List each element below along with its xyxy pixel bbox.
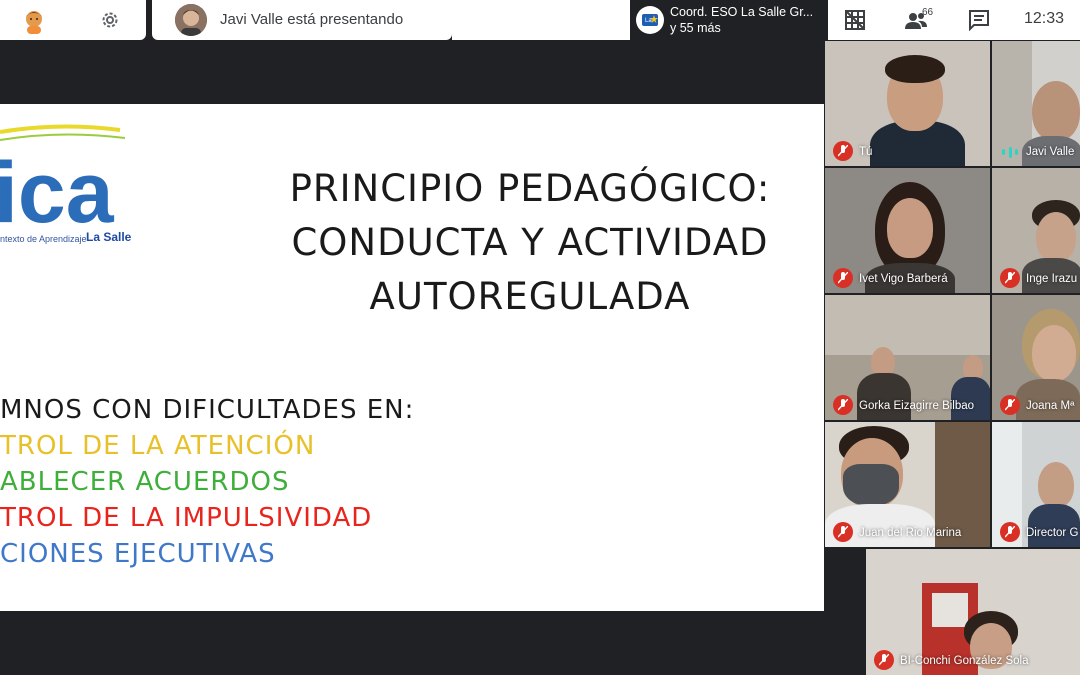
speaking-indicator-icon bbox=[1002, 146, 1018, 158]
meeting-subtitle: y 55 más bbox=[670, 21, 721, 35]
participant-name: Juan del Rio Marina bbox=[859, 527, 962, 539]
top-right-controls: 66 12:33 bbox=[828, 0, 1080, 40]
participant-name: Ivet Vigo Barberá bbox=[859, 273, 948, 285]
clock: 12:33 bbox=[1024, 10, 1065, 27]
participant-face bbox=[1032, 325, 1076, 381]
logo-subtitle: ntexto de Aprendizaje bbox=[0, 234, 87, 244]
mic-off-icon bbox=[1000, 268, 1020, 288]
slide-title: PRINCIPIO PEDAGÓGICO: CONDUCTA Y ACTIVID… bbox=[240, 162, 820, 324]
participant-tile[interactable]: Inge Irazu bbox=[992, 168, 1080, 293]
participant-face bbox=[887, 198, 933, 258]
participant-tile[interactable]: BI-Conchi González Sola bbox=[866, 549, 1080, 675]
slide-title-line-1: PRINCIPIO PEDAGÓGICO: bbox=[289, 167, 771, 210]
meeting-info[interactable]: La Coord. ESO La Salle Gr... y 55 más bbox=[630, 0, 826, 40]
participant-face bbox=[1038, 462, 1074, 508]
mic-off-icon bbox=[833, 395, 853, 415]
mic-off-icon bbox=[1000, 395, 1020, 415]
meet-window: Javi Valle está presentando La Coord. ES… bbox=[0, 0, 1080, 675]
participant-hair bbox=[885, 55, 945, 83]
mic-off-icon bbox=[833, 141, 853, 161]
slide-list-item: TROL DE LA ATENCIÓN bbox=[0, 431, 316, 461]
slide-logo: ica bbox=[0, 122, 160, 252]
face-mask bbox=[843, 464, 899, 506]
slide-list-item: ABLECER ACUERDOS bbox=[0, 467, 290, 497]
chat-icon[interactable] bbox=[968, 9, 990, 32]
emoji-icon[interactable] bbox=[20, 7, 48, 35]
slide-list: MNOS CON DIFICULTADES EN: TROL DE LA ATE… bbox=[0, 392, 414, 572]
participant-count: 66 bbox=[922, 7, 934, 18]
participant-tile[interactable]: Juan del Rio Marina bbox=[825, 422, 990, 547]
participant-face bbox=[1036, 212, 1076, 262]
mic-off-icon bbox=[874, 650, 894, 670]
participant-video bbox=[1028, 504, 1080, 547]
mic-off-icon bbox=[833, 522, 853, 542]
participant-name: Tú bbox=[859, 146, 873, 158]
slide-title-line-3: AUTOREGULADA bbox=[369, 275, 691, 318]
presentation-slide: ica ntexto de Aprendizaje La Salle PRINC… bbox=[0, 104, 824, 611]
gear-icon[interactable] bbox=[98, 8, 122, 32]
participant-tile[interactable]: Gorka Eizagirre Bilbao bbox=[825, 295, 990, 420]
participant-tile[interactable]: Tú bbox=[825, 41, 990, 166]
top-left-controls bbox=[0, 0, 146, 40]
participant-name: Director G bbox=[1026, 527, 1079, 539]
room-background bbox=[825, 295, 990, 355]
slide-title-line-2: CONDUCTA Y ACTIVIDAD bbox=[291, 221, 769, 264]
logo-letter-i: ica bbox=[0, 145, 115, 241]
top-bar: Javi Valle está presentando La Coord. ES… bbox=[0, 0, 1080, 40]
participant-name: BI-Conchi González Sola bbox=[900, 655, 1029, 667]
presenter-banner: Javi Valle está presentando bbox=[152, 0, 452, 40]
slide-list-item: CIONES EJECUTIVAS bbox=[0, 539, 276, 569]
logo-brand: La Salle bbox=[86, 230, 132, 244]
participant-name: Inge Irazu bbox=[1026, 273, 1078, 285]
participant-tile[interactable]: Ivet Vigo Barberá bbox=[825, 168, 990, 293]
mic-off-icon bbox=[833, 268, 853, 288]
grid-icon[interactable] bbox=[844, 9, 866, 31]
participant-name: Gorka Eizagirre Bilbao bbox=[859, 400, 975, 412]
mic-off-icon bbox=[1000, 522, 1020, 542]
meeting-title: Coord. ESO La Salle Gr... bbox=[670, 5, 814, 19]
presenter-text: Javi Valle está presentando bbox=[220, 11, 404, 28]
participant-name: Javi Valle bbox=[1026, 146, 1075, 158]
window-background bbox=[932, 593, 968, 627]
participant-video bbox=[857, 373, 911, 420]
participant-tile[interactable]: Javi Valle bbox=[992, 41, 1080, 166]
slide-list-heading: MNOS CON DIFICULTADES EN: bbox=[0, 395, 415, 425]
top-bar-spacer bbox=[452, 0, 630, 40]
participant-tile[interactable]: Director G bbox=[992, 422, 1080, 547]
participant-face bbox=[1032, 81, 1080, 141]
presenter-avatar bbox=[175, 4, 207, 36]
participant-video bbox=[951, 377, 990, 420]
participant-tile[interactable]: Joana Mª bbox=[992, 295, 1080, 420]
meeting-logo-icon: La bbox=[636, 6, 664, 34]
participant-name: Joana Mª bbox=[1026, 400, 1075, 412]
slide-list-item: TROL DE LA IMPULSIVIDAD bbox=[0, 503, 373, 533]
